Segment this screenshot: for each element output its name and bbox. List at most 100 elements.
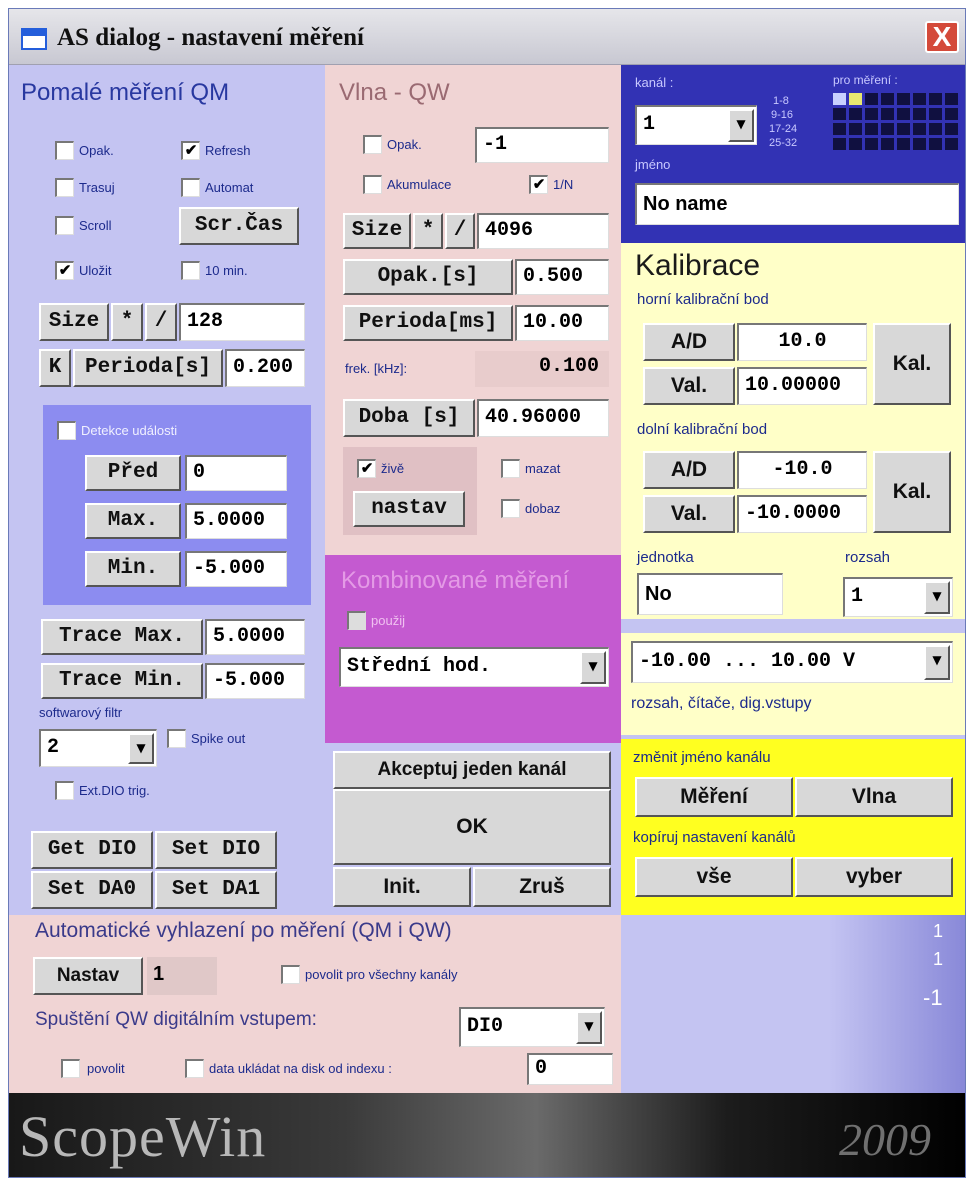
spike-checkbox[interactable] <box>167 729 186 748</box>
k-button[interactable]: K <box>39 349 71 387</box>
channel-grid-cell[interactable] <box>849 93 862 105</box>
qm-perioda-button[interactable]: Perioda[s] <box>73 349 223 387</box>
min-field[interactable]: -5.000 <box>185 551 287 587</box>
qw-perioda-button[interactable]: Perioda[ms] <box>343 305 513 341</box>
nastav-button[interactable]: nastav <box>353 491 465 527</box>
max-button[interactable]: Max. <box>85 503 181 539</box>
qm-trasuj-checkbox[interactable] <box>55 178 74 197</box>
povolit-all-checkbox[interactable] <box>281 965 300 984</box>
channel-grid-cell[interactable] <box>849 138 862 150</box>
channel-grid-cell[interactable] <box>913 108 926 120</box>
val-lo-button[interactable]: Val. <box>643 495 735 533</box>
qm-opak-checkbox[interactable] <box>55 141 74 160</box>
qm-10min-checkbox[interactable] <box>181 261 200 280</box>
vyber-button[interactable]: vyber <box>795 857 953 897</box>
min-button[interactable]: Min. <box>85 551 181 587</box>
detekce-checkbox[interactable] <box>57 421 76 440</box>
channel-grid-cell[interactable] <box>913 93 926 105</box>
doba-button[interactable]: Doba [s] <box>343 399 475 437</box>
set-da0-button[interactable]: Set DA0 <box>31 871 153 909</box>
channel-grid-cell[interactable] <box>849 123 862 135</box>
dobaz-checkbox[interactable] <box>501 499 520 518</box>
title-bar[interactable]: AS dialog - nastavení měření X <box>9 9 965 65</box>
kal-hi-button[interactable]: Kal. <box>873 323 951 405</box>
trigger-select[interactable]: DI0 ▼ <box>459 1007 605 1047</box>
ad-lo-button[interactable]: A/D <box>643 451 735 489</box>
init-button[interactable]: Init. <box>333 867 471 907</box>
vlna-button[interactable]: Vlna <box>795 777 953 817</box>
qm-size-button[interactable]: Size <box>39 303 109 341</box>
scr-cas-button[interactable]: Scr.Čas <box>179 207 299 245</box>
pouzij-checkbox[interactable] <box>347 611 366 630</box>
channel-grid[interactable] <box>833 93 958 150</box>
channel-grid-cell[interactable] <box>849 108 862 120</box>
channel-grid-cell[interactable] <box>833 108 846 120</box>
channel-grid-cell[interactable] <box>929 123 942 135</box>
channel-grid-cell[interactable] <box>897 93 910 105</box>
channel-grid-cell[interactable] <box>833 138 846 150</box>
ad-hi-field[interactable]: 10.0 <box>737 323 867 361</box>
channel-grid-cell[interactable] <box>881 108 894 120</box>
channel-grid-cell[interactable] <box>929 108 942 120</box>
qm-scroll-checkbox[interactable] <box>55 216 74 235</box>
channel-grid-cell[interactable] <box>865 138 878 150</box>
chevron-down-icon[interactable]: ▼ <box>924 645 950 680</box>
kanal-select[interactable]: 1 ▼ <box>635 105 757 145</box>
val-hi-field[interactable]: 10.00000 <box>737 367 867 405</box>
channel-grid-cell[interactable] <box>881 138 894 150</box>
ad-hi-button[interactable]: A/D <box>643 323 735 361</box>
qw-opak-s-button[interactable]: Opak.[s] <box>343 259 513 295</box>
qw-size-button[interactable]: Size <box>343 213 411 249</box>
extdio-checkbox[interactable] <box>55 781 74 800</box>
jednotka-field[interactable]: No <box>637 573 783 615</box>
close-button[interactable]: X <box>925 21 959 53</box>
channel-grid-cell[interactable] <box>945 93 958 105</box>
index-field[interactable]: 0 <box>527 1053 613 1085</box>
mereni-button[interactable]: Měření <box>635 777 793 817</box>
channel-grid-cell[interactable] <box>929 138 942 150</box>
set-dio-button[interactable]: Set DIO <box>155 831 277 869</box>
channel-grid-cell[interactable] <box>881 123 894 135</box>
n-checkbox[interactable]: ✔ <box>529 175 548 194</box>
val-lo-field[interactable]: -10.0000 <box>737 495 867 533</box>
val-hi-button[interactable]: Val. <box>643 367 735 405</box>
qw-size-field[interactable]: 4096 <box>477 213 609 249</box>
akumulace-checkbox[interactable] <box>363 175 382 194</box>
channel-grid-cell[interactable] <box>929 93 942 105</box>
jmeno-field[interactable]: No name <box>635 183 959 225</box>
get-dio-button[interactable]: Get DIO <box>31 831 153 869</box>
channel-grid-cell[interactable] <box>833 93 846 105</box>
channel-grid-cell[interactable] <box>897 108 910 120</box>
qw-opak-checkbox[interactable] <box>363 135 382 154</box>
trace-min-button[interactable]: Trace Min. <box>41 663 203 699</box>
qm-ulozit-checkbox[interactable]: ✔ <box>55 261 74 280</box>
channel-grid-cell[interactable] <box>865 123 878 135</box>
trace-max-button[interactable]: Trace Max. <box>41 619 203 655</box>
zrus-button[interactable]: Zruš <box>473 867 611 907</box>
qw-divide-button[interactable]: / <box>445 213 475 249</box>
zive-checkbox[interactable]: ✔ <box>357 459 376 478</box>
smooth-value-field[interactable]: 1 <box>147 957 217 995</box>
channel-grid-cell[interactable] <box>897 138 910 150</box>
vse-button[interactable]: vše <box>635 857 793 897</box>
channel-grid-cell[interactable] <box>945 108 958 120</box>
channel-grid-cell[interactable] <box>945 123 958 135</box>
akceptuj-button[interactable]: Akceptuj jeden kanál <box>333 751 611 789</box>
qm-divide-button[interactable]: / <box>145 303 177 341</box>
qm-size-field[interactable]: 128 <box>179 303 305 341</box>
qw-multiply-button[interactable]: * <box>413 213 443 249</box>
chevron-down-icon[interactable]: ▼ <box>580 651 606 684</box>
trace-min-field[interactable]: -5.000 <box>205 663 305 699</box>
channel-grid-cell[interactable] <box>945 138 958 150</box>
channel-grid-cell[interactable] <box>913 123 926 135</box>
pred-field[interactable]: 0 <box>185 455 287 491</box>
qw-perioda-field[interactable]: 10.00 <box>515 305 609 341</box>
qw-opak-field[interactable]: -1 <box>475 127 609 163</box>
pred-button[interactable]: Před <box>85 455 181 491</box>
chevron-down-icon[interactable]: ▼ <box>576 1011 602 1044</box>
povolit-checkbox[interactable] <box>61 1059 80 1078</box>
range-select[interactable]: -10.00 ... 10.00 V ▼ <box>631 641 953 683</box>
data-checkbox[interactable] <box>185 1059 204 1078</box>
kal-lo-button[interactable]: Kal. <box>873 451 951 533</box>
ad-lo-field[interactable]: -10.0 <box>737 451 867 489</box>
